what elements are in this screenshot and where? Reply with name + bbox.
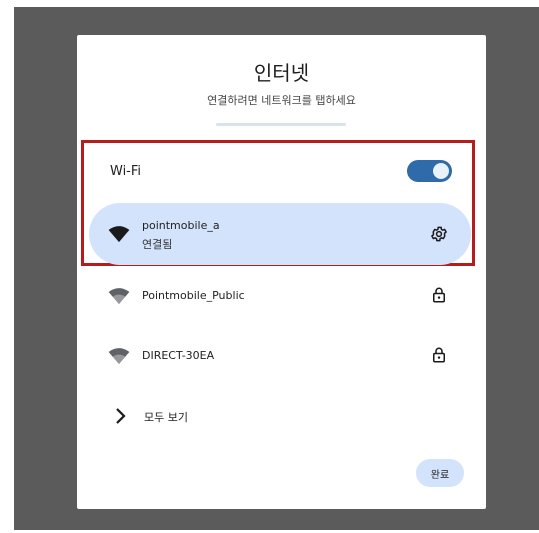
chevron-right-icon [116,408,126,424]
internet-dialog: 인터넷 연결하려면 네트워크를 탭하세요 Wi-Fi pointmobile_a… [77,35,486,509]
dialog-subtitle: 연결하려면 네트워크를 탭하세요 [207,94,356,107]
network-row-pointmobile-public[interactable]: Pointmobile_Public [89,267,471,323]
wifi-label: Wi-Fi [110,164,142,179]
network-name: Pointmobile_Public [142,289,245,302]
wifi-signal-icon [108,288,130,305]
settings-gear-icon[interactable] [430,225,448,243]
lock-icon [433,347,445,363]
network-status: 연결됨 [142,238,173,251]
network-row-pointmobile-a[interactable]: pointmobile_a 연결됨 [89,203,471,265]
see-all-label: 모두 보기 [144,411,188,424]
done-button[interactable]: 완료 [416,459,464,487]
network-name: pointmobile_a [142,219,220,232]
wifi-signal-icon [108,348,130,365]
dialog-title: 인터넷 [253,61,310,85]
scanning-progress-bar [216,123,346,126]
wifi-toggle[interactable] [407,160,452,182]
toggle-knob [433,163,449,179]
network-name: DIRECT-30EA [142,349,215,362]
wifi-signal-icon [108,226,130,243]
lock-icon [433,287,445,303]
network-row-direct-30ea[interactable]: DIRECT-30EA [89,327,471,383]
see-all-networks[interactable]: 모두 보기 [89,391,471,443]
